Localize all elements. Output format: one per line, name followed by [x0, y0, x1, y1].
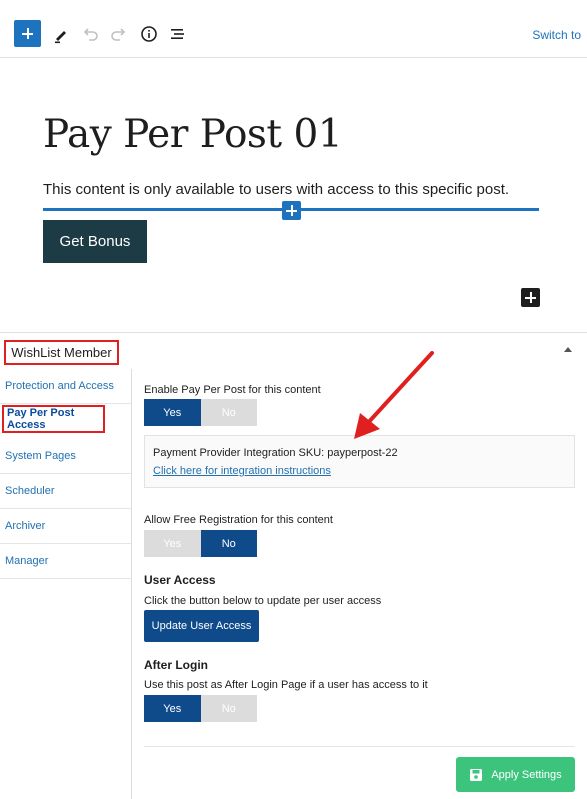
- integration-instructions-link[interactable]: Click here for integration instructions: [153, 465, 331, 477]
- post-paragraph[interactable]: This content is only available to users …: [43, 181, 509, 198]
- free-registration-yes[interactable]: Yes: [144, 530, 201, 557]
- panel-divider: [144, 746, 575, 747]
- sidebar-item-archiver[interactable]: Archiver: [0, 509, 131, 544]
- undo-icon[interactable]: [79, 23, 101, 45]
- info-icon[interactable]: [138, 23, 160, 45]
- update-user-access-button[interactable]: Update User Access: [144, 610, 259, 642]
- add-block-button[interactable]: [14, 20, 41, 47]
- apply-settings-button[interactable]: Apply Settings: [456, 757, 575, 792]
- sidebar-item-system-pages[interactable]: System Pages: [0, 439, 131, 474]
- editor-toolbar: Switch to: [0, 0, 587, 58]
- enable-ppp-toggle[interactable]: Yes No: [144, 399, 257, 426]
- apply-settings-label: Apply Settings: [491, 768, 562, 781]
- after-login-heading: After Login: [144, 658, 208, 672]
- after-login-description: Use this post as After Login Page if a u…: [144, 679, 428, 691]
- sku-text: Payment Provider Integration SKU: payper…: [153, 447, 398, 459]
- after-login-no[interactable]: No: [200, 695, 257, 722]
- switch-to-link[interactable]: Switch to: [532, 28, 581, 42]
- pencil-icon[interactable]: [50, 23, 72, 45]
- enable-ppp-yes[interactable]: Yes: [144, 399, 201, 426]
- metabox-title: WishList Member: [4, 340, 119, 365]
- free-registration-toggle[interactable]: Yes No: [144, 530, 257, 557]
- sidebar-item-manager[interactable]: Manager: [0, 544, 131, 579]
- get-bonus-button[interactable]: Get Bonus: [43, 220, 147, 263]
- post-title[interactable]: Pay Per Post 01: [43, 112, 343, 157]
- sidebar-item-scheduler[interactable]: Scheduler: [0, 474, 131, 509]
- sku-box: Payment Provider Integration SKU: payper…: [144, 435, 575, 488]
- enable-ppp-label: Enable Pay Per Post for this content: [144, 384, 321, 396]
- after-login-yes[interactable]: Yes: [144, 695, 201, 722]
- redo-icon[interactable]: [108, 23, 130, 45]
- enable-ppp-no[interactable]: No: [200, 399, 257, 426]
- metabox-sidebar: Protection and Access Pay Per Post Acces…: [0, 369, 132, 799]
- save-icon: [470, 768, 483, 781]
- collapse-arrow-icon[interactable]: [564, 347, 572, 352]
- free-registration-no[interactable]: No: [200, 530, 257, 557]
- inline-add-block-button[interactable]: [282, 201, 301, 220]
- block-appender-button[interactable]: [521, 288, 540, 307]
- sidebar-item-pay-per-post-access[interactable]: Pay Per Post Access: [2, 405, 105, 433]
- user-access-heading: User Access: [144, 573, 216, 587]
- free-registration-label: Allow Free Registration for this content: [144, 514, 333, 526]
- list-view-icon[interactable]: [167, 23, 189, 45]
- after-login-toggle[interactable]: Yes No: [144, 695, 257, 722]
- sidebar-item-protection-and-access[interactable]: Protection and Access: [0, 369, 131, 404]
- user-access-description: Click the button below to update per use…: [144, 595, 382, 607]
